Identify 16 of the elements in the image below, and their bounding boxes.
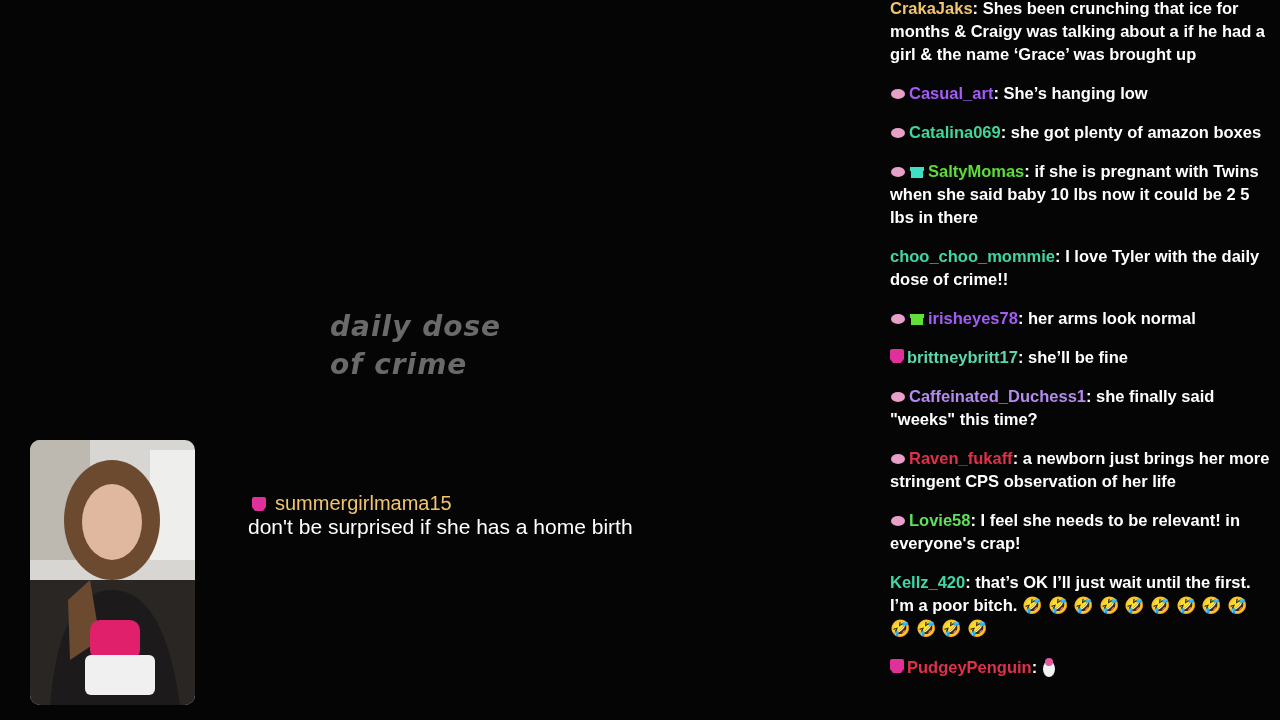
chat-message: Catalina069: she got plenty of amazon boxes	[909, 123, 1262, 141]
username: summergirlmama15	[275, 492, 452, 515]
chat-message: SaltyMomas: if she is pregnant with Twins when she said baby 10 lbs now it could be 2 5 lbs in there	[890, 162, 1259, 226]
chat-message-text: don't be surprised if she has a home birth	[248, 515, 633, 539]
chat-message: Kellz_420: that’s OK I’ll just wait until the first. I’m a poor bitch. 🤣 🤣 🤣 🤣 🤣 🤣 🤣 🤣 🤣 🤣 🤣 🤣 🤣	[890, 573, 1251, 637]
chat-message: Lovie58: I feel she needs to be relevant! in everyone's crap!	[890, 511, 1241, 552]
chat-message: Caffeinated_Duchess1: she finally said "weeks" this time?	[890, 387, 1215, 428]
chat-message: Casual_art: She’s hanging low	[909, 84, 1148, 102]
chat-message: PudgeyPenguin:	[907, 658, 1038, 676]
chat-message: choo_choo_mommie: I love Tyler with the daily dose of crime!!	[890, 247, 1260, 288]
chat-message: brittneybritt17: she’ll be fine	[907, 348, 1128, 366]
penguin-icon	[1041, 657, 1056, 677]
chat-message: CrakaJaks: Shes been crunching that ice for months & Craigy was talking about a if he had a girl & the name ‘Grace’ was brought up	[890, 0, 1265, 63]
chat-message: Raven_fukaff: a newborn just brings her more stringent CPS observation of her life	[890, 449, 1270, 490]
logo-text: daily dose of crime	[330, 309, 502, 383]
chat-message: irisheyes78: her arms look normal	[928, 309, 1196, 327]
